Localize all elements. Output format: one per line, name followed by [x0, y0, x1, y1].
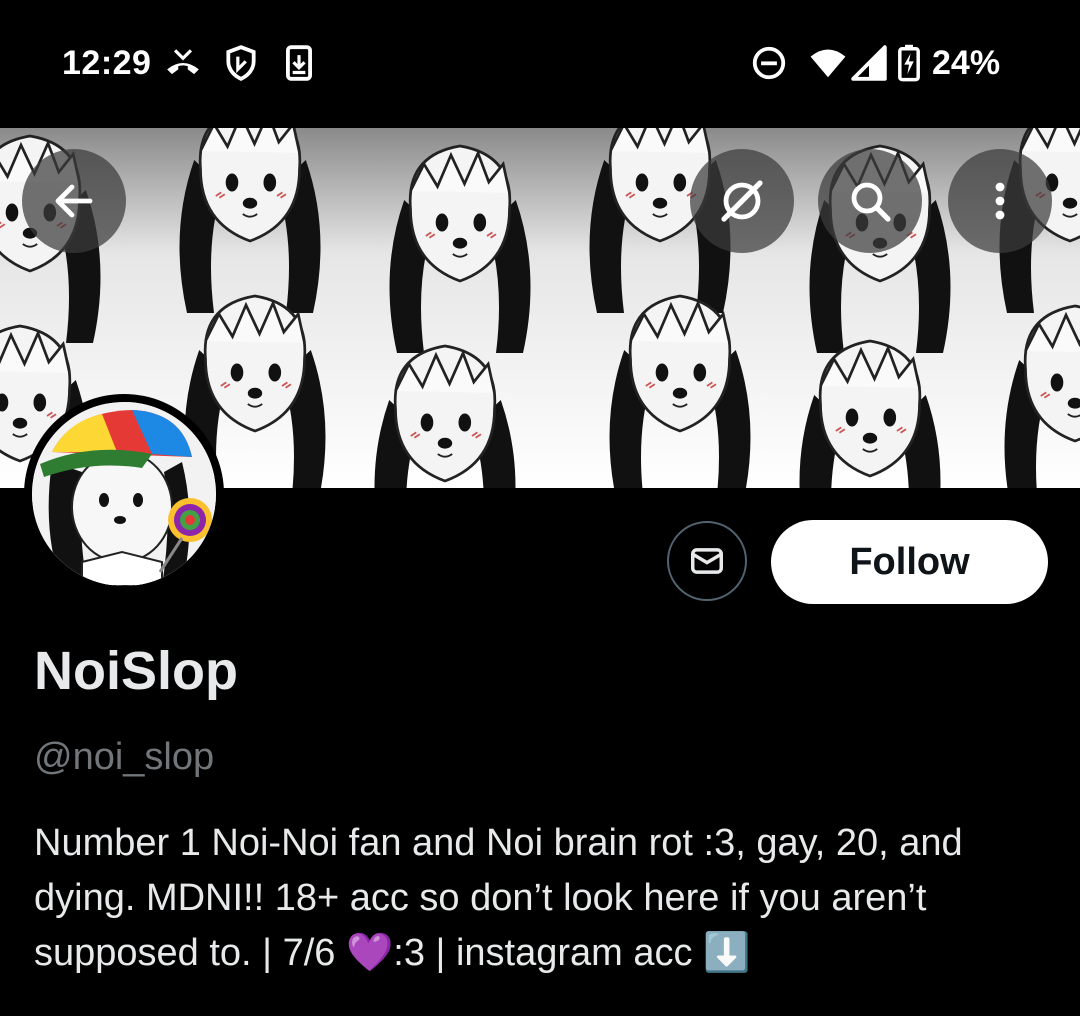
- grok-button[interactable]: [690, 149, 794, 253]
- back-button[interactable]: [22, 149, 126, 253]
- grok-icon: [721, 180, 763, 222]
- status-time: 12:29: [62, 44, 152, 82]
- missed-call-icon: [167, 49, 199, 75]
- more-options-button[interactable]: [948, 149, 1052, 253]
- wifi-icon: [810, 49, 846, 78]
- search-icon: [851, 182, 891, 222]
- status-bar: 12:29 24%: [0, 0, 1080, 128]
- profile-bio: Number 1 Noi-Noi fan and Noi brain rot :…: [34, 822, 963, 974]
- user-handle: @noi_slop: [34, 736, 215, 778]
- download-icon: [286, 45, 312, 81]
- display-name: NoiSlop: [34, 641, 238, 701]
- do-not-disturb-icon: [752, 46, 786, 80]
- signal-icon: [851, 45, 887, 81]
- avatar-image: [32, 402, 216, 586]
- message-button[interactable]: [667, 521, 747, 601]
- shield-icon: [226, 45, 256, 81]
- mail-icon: [691, 548, 723, 574]
- more-vertical-icon: [995, 182, 1005, 220]
- battery-charging-icon: [898, 44, 920, 82]
- avatar[interactable]: [24, 394, 224, 594]
- battery-percent: 24%: [932, 44, 1001, 82]
- follow-button[interactable]: Follow: [771, 520, 1048, 604]
- arrow-left-icon: [55, 184, 93, 218]
- search-button[interactable]: [818, 149, 922, 253]
